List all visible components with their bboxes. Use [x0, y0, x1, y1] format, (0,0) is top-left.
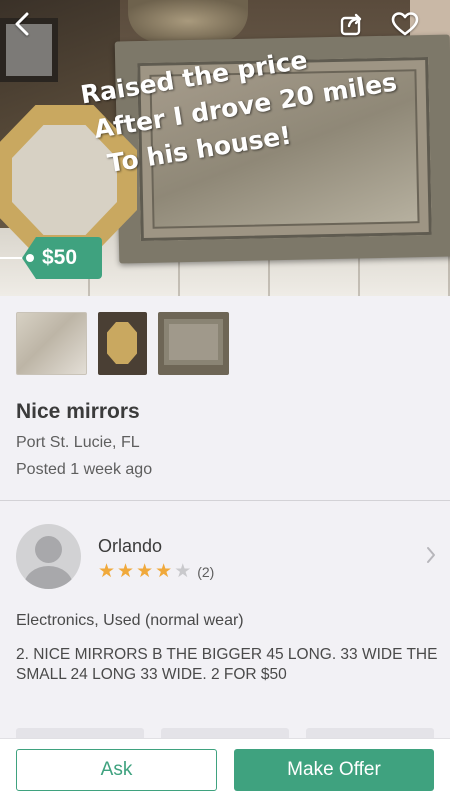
make-offer-button[interactable]: Make Offer	[234, 749, 434, 791]
ask-button[interactable]: Ask	[16, 749, 217, 791]
seller-avatar[interactable]	[16, 524, 81, 589]
photo-pillow	[128, 0, 248, 42]
back-arrow-icon[interactable]	[6, 8, 38, 40]
seller-rating: ★ ★ ★ ★ ★ (2)	[98, 562, 214, 582]
thumbnail-strip	[0, 296, 450, 386]
listing-location: Port St. Lucie, FL	[16, 434, 140, 451]
listing-info: Nice mirrors Port St. Lucie, FL Posted 1…	[0, 386, 450, 502]
review-count: (2)	[197, 564, 215, 580]
seller-row[interactable]: Orlando ★ ★ ★ ★ ★ (2)	[0, 502, 450, 602]
listing-posted-date: Posted 1 week ago	[16, 461, 153, 478]
chevron-right-icon[interactable]	[426, 546, 436, 569]
listing-title: Nice mirrors	[16, 400, 140, 423]
star-icon: ★	[136, 561, 154, 582]
listing-description: 2. NICE MIRRORS B THE BIGGER 45 LONG. 33…	[16, 646, 438, 683]
star-icon: ★	[117, 561, 135, 582]
bottom-action-bar: Ask Make Offer	[0, 738, 450, 800]
seller-name: Orlando	[98, 536, 163, 556]
star-icon: ★	[155, 561, 173, 582]
section-divider	[0, 500, 450, 501]
price-label: $50	[42, 246, 78, 269]
star-icon: ★	[174, 561, 192, 582]
thumbnail-3[interactable]	[158, 312, 229, 375]
listing-category: Electronics, Used (normal wear)	[16, 612, 244, 629]
thumbnail-1[interactable]	[16, 312, 87, 375]
star-icon: ★	[98, 561, 116, 582]
share-icon[interactable]	[336, 8, 368, 40]
heart-icon[interactable]	[389, 8, 421, 40]
price-tag: $50	[0, 237, 102, 279]
thumbnail-2[interactable]	[98, 312, 147, 375]
